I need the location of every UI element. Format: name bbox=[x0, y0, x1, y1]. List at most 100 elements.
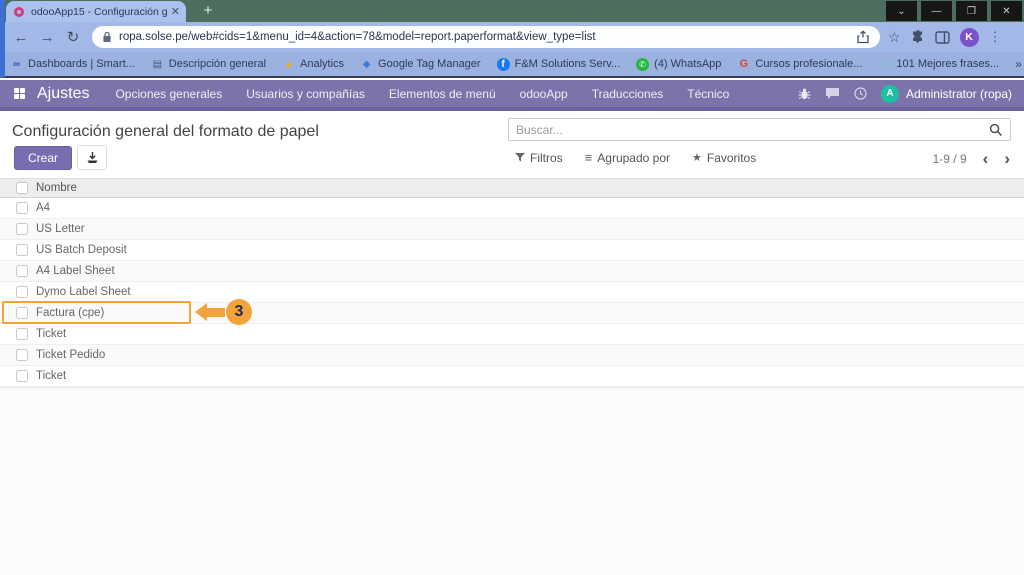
select-all-checkbox[interactable] bbox=[16, 182, 28, 194]
bookmark-dashboards[interactable]: ∞ Dashboards | Smart... bbox=[10, 58, 135, 71]
control-bar: Crear bbox=[14, 145, 107, 170]
bookmark-analytics[interactable]: ▲ Analytics bbox=[282, 58, 344, 71]
bookmark-frases[interactable]: ● 101 Mejores frases... bbox=[878, 58, 999, 71]
table-row[interactable]: Ticket bbox=[0, 366, 1024, 387]
window-menu-button[interactable]: ⌄ bbox=[886, 1, 917, 21]
export-button[interactable] bbox=[77, 145, 107, 170]
table-row[interactable]: Ticket Pedido bbox=[0, 345, 1024, 366]
analytics-icon: ▲ bbox=[282, 58, 295, 71]
menu-elementos-menu[interactable]: Elementos de menú bbox=[389, 87, 496, 101]
row-checkbox[interactable] bbox=[16, 202, 28, 214]
toolbar-right: ☆ K ⋮ bbox=[888, 28, 1002, 47]
paperformat-list: Nombre A4 US Letter US Batch Deposit A4 … bbox=[0, 178, 1024, 387]
favorites-button[interactable]: ★ Favoritos bbox=[692, 150, 756, 165]
back-icon[interactable]: ← bbox=[8, 29, 34, 46]
row-label: A4 bbox=[36, 202, 50, 214]
tab-close-icon[interactable]: ✕ bbox=[171, 5, 180, 18]
table-row[interactable]: US Letter bbox=[0, 219, 1024, 240]
bookmark-star-icon[interactable]: ☆ bbox=[888, 29, 901, 46]
close-button[interactable]: ✕ bbox=[991, 1, 1022, 21]
url-text[interactable]: ropa.solse.pe/web#cids=1&menu_id=4&actio… bbox=[119, 31, 856, 43]
window-controls: ⌄ — ❐ ✕ bbox=[886, 1, 1022, 21]
menu-traducciones[interactable]: Traducciones bbox=[592, 87, 664, 101]
debug-bug-icon[interactable] bbox=[798, 88, 811, 100]
bookmark-tag-manager[interactable]: ◆ Google Tag Manager bbox=[360, 58, 481, 71]
apps-menu-icon[interactable] bbox=[14, 88, 25, 99]
infinity-icon: ∞ bbox=[10, 58, 23, 71]
menu-opciones-generales[interactable]: Opciones generales bbox=[115, 87, 222, 101]
search-box bbox=[508, 118, 1011, 141]
user-avatar[interactable]: A bbox=[881, 85, 899, 103]
bookmark-descripcion-general[interactable]: ▤ Descripción general bbox=[151, 58, 266, 71]
bookmarks-overflow-icon[interactable]: » bbox=[1015, 57, 1022, 71]
row-label: A4 Label Sheet bbox=[36, 265, 115, 277]
chrome-menu-icon[interactable]: ⋮ bbox=[989, 29, 1002, 45]
extensions-puzzle-icon[interactable] bbox=[911, 30, 925, 44]
table-row[interactable]: A4 bbox=[0, 198, 1024, 219]
chrome-profile-avatar[interactable]: K bbox=[960, 28, 979, 47]
row-checkbox[interactable] bbox=[16, 286, 28, 298]
row-checkbox[interactable] bbox=[16, 349, 28, 361]
table-row[interactable]: A4 Label Sheet bbox=[0, 261, 1024, 282]
browser-toolbar: ← → ↻ ropa.solse.pe/web#cids=1&menu_id=4… bbox=[0, 22, 1024, 52]
row-checkbox[interactable] bbox=[16, 244, 28, 256]
new-tab-button[interactable]: + bbox=[196, 0, 220, 22]
restore-button[interactable]: ❐ bbox=[956, 1, 987, 21]
reload-icon[interactable]: ↻ bbox=[60, 28, 86, 46]
bookmark-label: Cursos profesionale... bbox=[755, 58, 862, 70]
monitor-icon: ▤ bbox=[151, 58, 164, 71]
browser-tab[interactable]: odooApp15 - Configuración ge ✕ bbox=[6, 1, 186, 22]
group-by-button[interactable]: ≡ Agrupado por bbox=[585, 150, 670, 165]
create-button[interactable]: Crear bbox=[14, 146, 72, 170]
row-checkbox[interactable] bbox=[16, 223, 28, 235]
bookmark-label: Dashboards | Smart... bbox=[28, 58, 135, 70]
filter-bar: Filtros ≡ Agrupado por ★ Favoritos bbox=[515, 150, 756, 165]
filter-funnel-icon bbox=[515, 153, 525, 162]
search-input[interactable] bbox=[516, 123, 989, 137]
row-checkbox[interactable] bbox=[16, 370, 28, 382]
app-name[interactable]: Ajustes bbox=[37, 85, 89, 103]
bookmark-label: Google Tag Manager bbox=[378, 58, 481, 70]
pager: 1-9 / 9 ‹ › bbox=[933, 152, 1010, 166]
bookmark-fm-solutions[interactable]: f F&M Solutions Serv... bbox=[497, 58, 621, 71]
callout-step-badge: 3 bbox=[226, 299, 252, 325]
bookmark-label: F&M Solutions Serv... bbox=[515, 58, 621, 70]
search-icon[interactable] bbox=[989, 123, 1003, 137]
menu-odooapp[interactable]: odooApp bbox=[520, 87, 568, 101]
messages-icon[interactable] bbox=[825, 87, 840, 100]
row-label: US Letter bbox=[36, 223, 85, 235]
filters-button[interactable]: Filtros bbox=[515, 150, 563, 165]
table-row[interactable]: Dymo Label Sheet bbox=[0, 282, 1024, 303]
row-label: Dymo Label Sheet bbox=[36, 286, 131, 298]
pager-next-icon[interactable]: › bbox=[1004, 152, 1010, 166]
tab-title: odooApp15 - Configuración ge bbox=[31, 6, 167, 18]
pager-prev-icon[interactable]: ‹ bbox=[983, 152, 989, 166]
menu-tecnico[interactable]: Técnico bbox=[687, 87, 729, 101]
share-icon[interactable] bbox=[856, 30, 870, 44]
activities-clock-icon[interactable] bbox=[854, 87, 867, 100]
main-content: Configuración general del formato de pap… bbox=[0, 111, 1024, 575]
row-checkbox[interactable] bbox=[16, 328, 28, 340]
row-label: Ticket bbox=[36, 328, 66, 340]
tag-icon: ◆ bbox=[360, 58, 373, 71]
minimize-button[interactable]: — bbox=[921, 1, 952, 21]
column-header-nombre[interactable]: Nombre bbox=[36, 182, 77, 194]
forward-icon[interactable]: → bbox=[34, 29, 60, 46]
row-checkbox[interactable] bbox=[16, 265, 28, 277]
menu-usuarios-companias[interactable]: Usuarios y compañías bbox=[246, 87, 365, 101]
address-bar[interactable]: ropa.solse.pe/web#cids=1&menu_id=4&actio… bbox=[92, 26, 880, 48]
pager-range: 1-9 / 9 bbox=[933, 152, 967, 166]
window-edge-accent bbox=[0, 0, 5, 78]
table-row[interactable]: US Batch Deposit bbox=[0, 240, 1024, 261]
bookmark-label: Analytics bbox=[300, 58, 344, 70]
user-name[interactable]: Administrator (ropa) bbox=[906, 87, 1012, 101]
facebook-icon: f bbox=[497, 58, 510, 71]
table-row[interactable]: Ticket bbox=[0, 324, 1024, 345]
google-g-icon: G bbox=[737, 58, 750, 71]
row-label: US Batch Deposit bbox=[36, 244, 127, 256]
bookmark-whatsapp[interactable]: ✆ (4) WhatsApp bbox=[636, 58, 721, 71]
side-panel-icon[interactable] bbox=[935, 31, 950, 44]
row-label: Ticket Pedido bbox=[36, 349, 105, 361]
bookmark-cursos[interactable]: G Cursos profesionale... bbox=[737, 58, 862, 71]
bookmarks-bar: ∞ Dashboards | Smart... ▤ Descripción ge… bbox=[0, 52, 1024, 78]
